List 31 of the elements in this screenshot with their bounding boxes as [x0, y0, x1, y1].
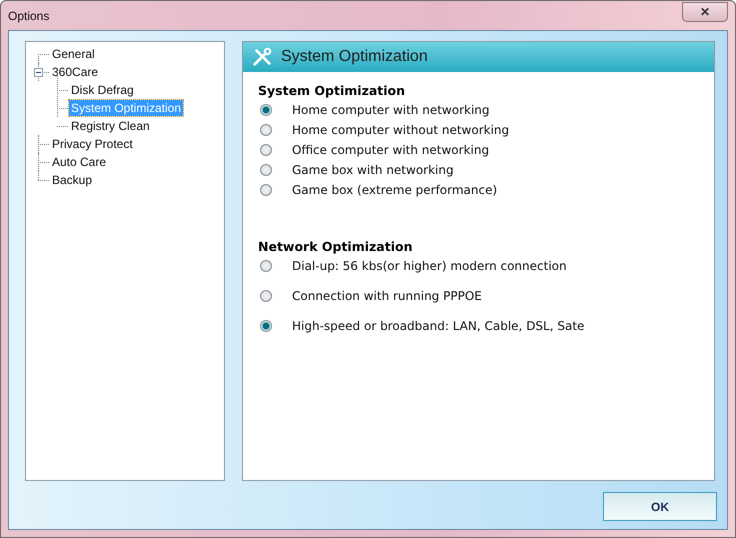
tree-item[interactable]: Disk Defrag	[69, 82, 136, 98]
radio-button[interactable]	[260, 144, 272, 156]
radio-button[interactable]	[260, 260, 272, 272]
option-label: High-speed or broadband: LAN, Cable, DSL, Sate	[292, 319, 584, 333]
close-button[interactable]: ✕	[682, 2, 728, 22]
tree-item[interactable]: Auto Care	[50, 154, 108, 170]
radio-button[interactable]	[260, 320, 272, 332]
radio-button[interactable]	[260, 124, 272, 136]
tree-item[interactable]: General	[50, 46, 97, 62]
ok-button[interactable]: OK	[603, 492, 717, 521]
radio-button[interactable]	[260, 290, 272, 302]
radio-button[interactable]	[260, 164, 272, 176]
tree-item[interactable]: Registry Clean	[69, 118, 152, 134]
tools-icon	[251, 46, 273, 68]
section-heading: System Optimization	[258, 82, 406, 100]
window-title: Options	[8, 8, 50, 22]
tree-item[interactable]: Privacy Protect	[50, 136, 135, 152]
tree-item[interactable]: 360Care	[50, 64, 100, 80]
option-label: Dial-up: 56 kbs(or higher) modern connection	[292, 259, 567, 273]
option-label: Home computer with networking	[292, 103, 490, 117]
tree-item[interactable]: Backup	[50, 172, 94, 188]
option-label: Home computer without networking	[292, 123, 510, 137]
option-label: Office computer with networking	[292, 143, 490, 157]
panel-title: System Optimization	[281, 48, 428, 66]
option-label: Connection with running PPPOE	[292, 289, 482, 303]
radio-button[interactable]	[260, 184, 272, 196]
option-label: Game box (extreme performance)	[292, 183, 498, 197]
section-heading: Network Optimization	[258, 238, 414, 256]
radio-button[interactable]	[260, 104, 272, 116]
option-label: Game box with networking	[292, 163, 454, 177]
expander-icon[interactable]	[34, 68, 43, 77]
